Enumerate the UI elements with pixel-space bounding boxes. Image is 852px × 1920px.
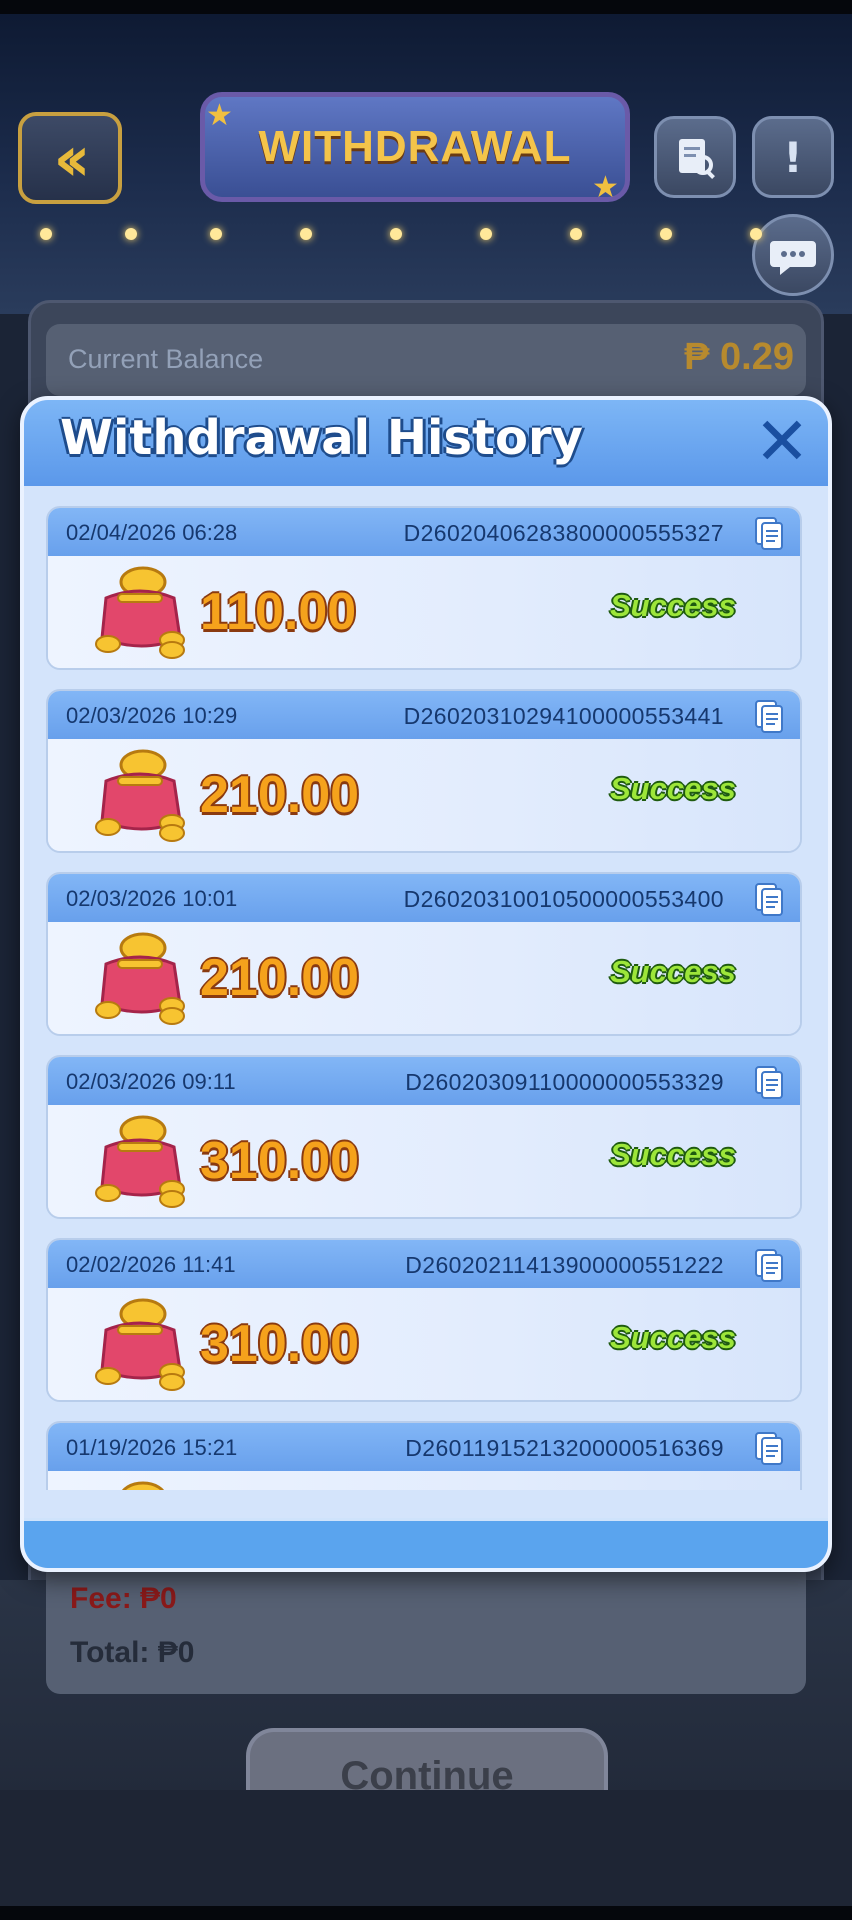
record-datetime: 02/03/2026 09:11 xyxy=(66,1069,236,1094)
record-status: Success xyxy=(610,771,736,806)
fee-label: Fee: ₱0 xyxy=(70,1582,177,1615)
record-amount: 110.00 xyxy=(200,583,357,641)
support-button[interactable] xyxy=(752,214,834,296)
record-status: Success xyxy=(610,588,736,623)
record-amount: 310.00 xyxy=(200,1132,360,1190)
record-datetime: 02/03/2026 10:29 xyxy=(66,703,238,728)
star-icon: ★ xyxy=(592,170,619,205)
record-header: 02/03/2026 10:01 D2602031001050000055340… xyxy=(48,874,800,922)
history-record: 01/19/2026 15:21 D2601191521320000051636… xyxy=(46,1421,802,1490)
coin-purse-icon xyxy=(122,1481,164,1490)
record-body: 210.00 Success xyxy=(48,922,800,1034)
double-chevron-left-icon: ‹‹ xyxy=(53,121,90,195)
close-button[interactable]: ✕ xyxy=(750,403,814,480)
star-icon: ★ xyxy=(206,98,233,133)
history-record: 02/02/2026 11:41 D2602021141390000055122… xyxy=(46,1238,802,1402)
status-bar xyxy=(0,0,852,14)
copy-icon[interactable] xyxy=(754,882,784,916)
record-body: 110.00 Success xyxy=(48,556,800,668)
coin-purse-icon xyxy=(95,1298,185,1391)
continue-button[interactable]: Continue xyxy=(246,1728,608,1790)
record-id: D26020211413900000551222 xyxy=(405,1252,724,1278)
page-title-sign: WITHDRAWAL xyxy=(200,92,630,202)
record-header: 02/03/2026 10:29 D2602031029410000055344… xyxy=(48,691,800,739)
history-record: 02/03/2026 10:29 D2602031029410000055344… xyxy=(46,689,802,853)
coin-purse-icon xyxy=(95,932,185,1025)
balance-label: Current Balance xyxy=(68,344,264,374)
history-record: 02/04/2026 06:28 D2602040628380000055532… xyxy=(46,506,802,670)
record-body xyxy=(48,1471,800,1490)
string-lights xyxy=(30,228,830,248)
continue-label: Continue xyxy=(340,1754,514,1790)
history-record: 02/03/2026 10:01 D2602031001050000055340… xyxy=(46,872,802,1036)
record-body: 310.00 Success xyxy=(48,1105,800,1217)
record-body: 310.00 Success xyxy=(48,1288,800,1400)
copy-icon[interactable] xyxy=(754,1065,784,1099)
record-body: 210.00 Success xyxy=(48,739,800,851)
bottom-area xyxy=(0,1790,852,1906)
copy-icon[interactable] xyxy=(754,1248,784,1282)
navigation-bar xyxy=(0,1906,852,1920)
balance-value: ₱ 0.29 xyxy=(684,336,794,378)
coin-purse-icon xyxy=(95,566,185,659)
record-amount: 310.00 xyxy=(200,1315,360,1373)
exclamation-icon: ! xyxy=(783,132,803,182)
history-list[interactable]: 02/04/2026 06:28 D2602040628380000055532… xyxy=(46,506,806,1490)
record-header: 02/03/2026 09:11 D2602030911000000055332… xyxy=(48,1057,800,1105)
back-button[interactable]: ‹‹ xyxy=(18,112,122,204)
total-label: Total: ₱0 xyxy=(70,1636,195,1669)
record-header: 02/02/2026 11:41 D2602021141390000055122… xyxy=(48,1240,800,1288)
record-id: D26020310294100000553441 xyxy=(403,703,724,729)
copy-icon[interactable] xyxy=(754,516,784,550)
modal-title: Withdrawal History xyxy=(60,410,583,466)
coin-purse-icon xyxy=(95,749,185,842)
record-status: Success xyxy=(610,1137,736,1172)
record-amount: 210.00 xyxy=(200,949,360,1007)
info-button[interactable]: ! xyxy=(752,116,834,198)
record-datetime: 01/19/2026 15:21 xyxy=(66,1435,238,1460)
coin-purse-icon xyxy=(95,1115,185,1208)
copy-icon[interactable] xyxy=(754,699,784,733)
record-datetime: 02/03/2026 10:01 xyxy=(66,886,238,911)
records-button[interactable] xyxy=(654,116,736,198)
record-id: D26020309110000000553329 xyxy=(405,1069,724,1095)
record-id: D26020310010500000553400 xyxy=(403,886,724,912)
fee-summary xyxy=(46,1560,806,1694)
close-icon: ✕ xyxy=(754,403,810,480)
record-amount: 210.00 xyxy=(200,766,360,824)
record-status: Success xyxy=(610,954,736,989)
withdrawal-history-modal: Withdrawal History ✕ 02/04/2026 06:28 D2… xyxy=(20,396,832,1572)
record-header: 02/04/2026 06:28 D2602040628380000055532… xyxy=(48,508,800,556)
record-header: 01/19/2026 15:21 D2601191521320000051636… xyxy=(48,1423,800,1471)
search-document-icon xyxy=(679,139,715,179)
page-title: WITHDRAWAL xyxy=(258,122,572,171)
record-id: D26020406283800000555327 xyxy=(403,520,724,546)
copy-icon[interactable] xyxy=(754,1431,784,1465)
record-datetime: 02/02/2026 11:41 xyxy=(66,1252,236,1277)
modal-header: Withdrawal History ✕ xyxy=(24,400,828,486)
modal-footer xyxy=(24,1518,828,1568)
record-datetime: 02/04/2026 06:28 xyxy=(66,520,238,545)
record-id: D26011915213200000516369 xyxy=(405,1435,724,1461)
record-status: Success xyxy=(610,1320,736,1355)
history-record: 02/03/2026 09:11 D2602030911000000055332… xyxy=(46,1055,802,1219)
